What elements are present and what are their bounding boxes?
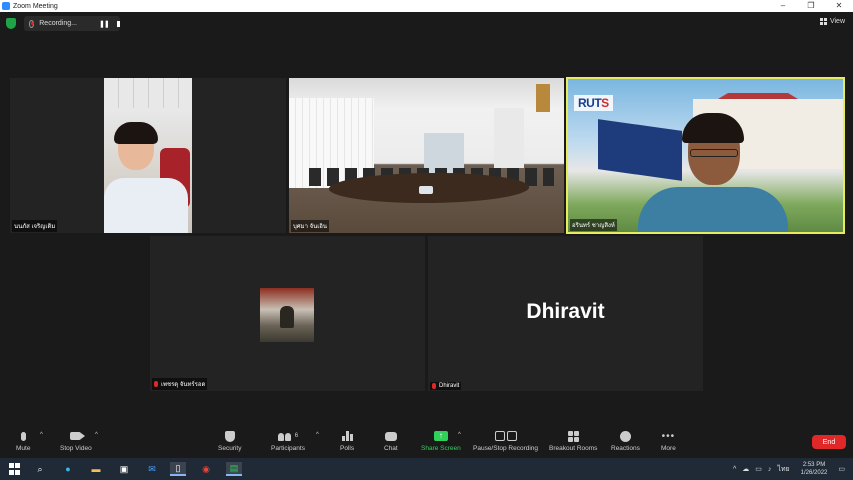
view-button[interactable]: View [819,18,845,25]
stop-video-button[interactable]: Stop Video [60,429,92,452]
meeting-top-bar: Recording... ❚❚ View [0,12,853,34]
grid-view-icon [819,18,827,25]
video-options-chevron-icon[interactable]: ^ [95,432,98,438]
maximize-button[interactable]: ❐ [797,0,825,12]
stop-recording-icon[interactable] [116,20,120,27]
close-button[interactable]: ✕ [825,0,853,12]
chrome-browser-icon[interactable]: ◉ [198,462,214,476]
reactions-button[interactable]: Reactions [611,429,640,452]
view-label: View [829,18,845,25]
more-button[interactable]: ••• More [661,429,676,453]
participant-name: อรินทร์ ชาญสิงห์ [572,223,615,229]
file-explorer-icon[interactable]: ▬ [88,462,104,476]
system-tray: ^ ☁ ▭ ♪ ไทย 2:53 PM 1/26/2022 ▭ [730,458,853,480]
muted-mic-icon [432,383,436,389]
document-app-icon[interactable]: ▯ [170,462,186,476]
pause-recording-icon[interactable]: ❚❚ [99,20,110,28]
window-title: Zoom Meeting [13,2,58,10]
network-icon[interactable]: ▭ [755,465,762,473]
video-tile-1[interactable]: นนภัส เจริญเดิม [10,78,286,233]
edge-browser-icon[interactable]: ● [60,462,76,476]
language-indicator[interactable]: ไทย [777,464,789,475]
reactions-emoji-icon [619,430,631,442]
video-tile-5[interactable]: Dhiravit Dhiravit [428,236,703,391]
participant-name-tag: Dhiravit [430,382,462,390]
participant-count: 6 [294,433,299,439]
cloud-icon[interactable]: ☁ [742,465,749,473]
clock-date: 1/26/2022 [800,470,828,476]
video-tile-2[interactable]: บุศมา จันเอิน [289,78,564,233]
breakout-rooms-button[interactable]: Breakout Rooms [549,429,597,452]
clock[interactable]: 2:53 PM 1/26/2022 [801,461,828,477]
breakout-rooms-icon [567,430,579,442]
zoom-app-icon [2,2,10,10]
participants-button[interactable]: 6 Participants [271,429,305,452]
store-icon[interactable]: ▣ [116,462,132,476]
window-titlebar: Zoom Meeting – ❐ ✕ [0,0,853,12]
minimize-button[interactable]: – [769,0,797,12]
windows-start-icon[interactable] [6,462,22,476]
participant-name: บุศมา จันเอิน [293,224,327,230]
share-screen-arrow-icon: ↑ [433,431,448,441]
security-shield-icon [224,430,235,442]
participant-display-name: Dhiravit [526,299,605,323]
volume-icon[interactable]: ♪ [768,466,772,473]
mail-icon[interactable]: ✉ [144,462,160,476]
audio-options-chevron-icon[interactable]: ^ [40,432,43,438]
pause-stop-recording-icon [494,431,517,441]
search-icon[interactable]: ⌕ [32,462,48,476]
more-dots-icon: ••• [661,430,676,442]
end-meeting-button[interactable]: End [812,435,846,449]
ruts-logo: RUTS [574,95,613,111]
record-icon [29,19,35,28]
notifications-icon[interactable]: ▭ [838,465,845,473]
share-options-chevron-icon[interactable]: ^ [458,432,461,438]
windows-taskbar: ⌕ ● ▬ ▣ ✉ ▯ ◉ ▤ ^ ☁ ▭ ♪ ไทย 2:53 PM 1/26… [0,458,853,480]
clock-time: 2:53 PM [802,462,826,468]
mute-button[interactable]: Mute [16,429,30,452]
security-button[interactable]: Security [218,429,241,452]
polls-button[interactable]: Polls [340,429,354,452]
video-camera-icon [70,432,86,440]
participant-name: นนภัส เจริญเดิม [14,224,56,230]
share-screen-button[interactable]: ↑ Share Screen [421,429,461,452]
participants-icon [277,432,292,441]
video-tile-4[interactable]: เพชรดุ จันทร์รอด [150,236,425,391]
encryption-shield-icon[interactable] [6,18,16,29]
participant-name-tag: บุศมา จันเอิน [291,220,329,232]
tray-chevron-icon[interactable]: ^ [733,466,736,473]
recording-indicator: Recording... ❚❚ [24,16,120,31]
chat-bubble-icon [384,431,397,441]
muted-mic-icon [154,381,158,387]
window-controls: – ❐ ✕ [769,0,853,12]
participant-name-tag: เพชรดุ จันทร์รอด [152,378,208,390]
participant-name-tag: อรินทร์ ชาญสิงห์ [570,219,617,231]
video-tile-3-active-speaker[interactable]: RUTS อรินทร์ ชาญสิงห์ [566,77,845,234]
participant-video [104,78,192,233]
participant-name: Dhiravit [439,383,460,389]
recording-label: Recording... [39,20,77,27]
chat-button[interactable]: Chat [384,429,398,452]
pause-stop-recording-button[interactable]: Pause/Stop Recording [473,429,538,452]
participant-name: เพชรดุ จันทร์รอด [161,382,206,388]
line-app-icon[interactable]: ▤ [226,462,242,476]
polls-icon [341,431,353,441]
participant-name-tag: นนภัส เจริญเดิม [12,220,58,232]
meeting-controls-toolbar: Mute ^ Stop Video ^ Security 6 Participa… [0,426,853,458]
participant-profile-picture [260,288,314,342]
microphone-icon [20,431,26,441]
participants-options-chevron-icon[interactable]: ^ [316,432,319,438]
